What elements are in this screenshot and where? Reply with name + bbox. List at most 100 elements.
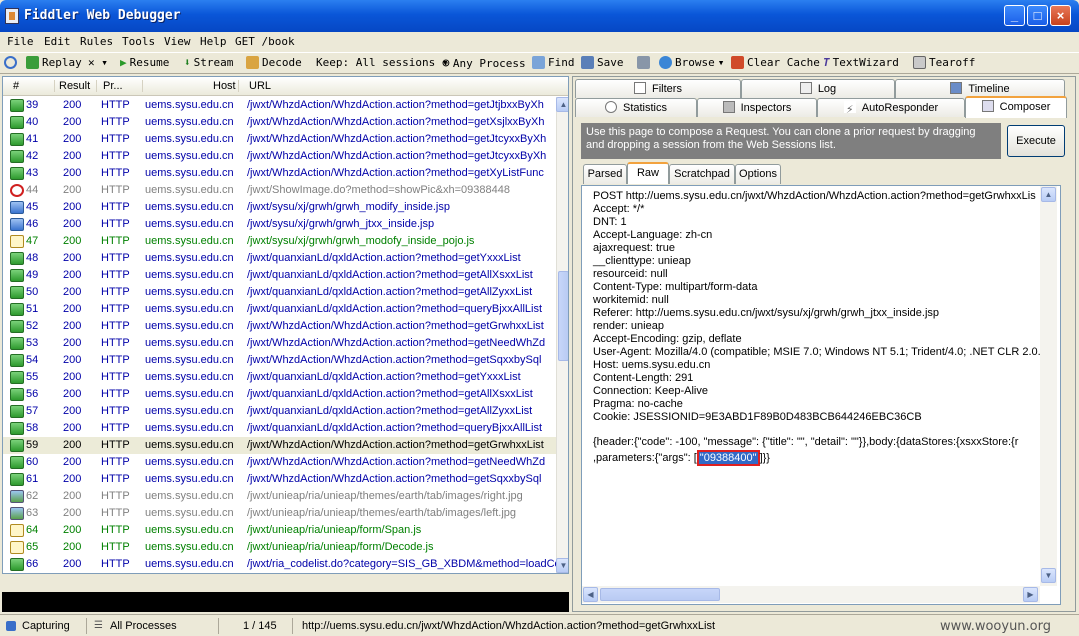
- session-row[interactable]: 61 200 HTTP uems.sysu.edu.cn/jwxt/WhzdActio…: [3, 471, 556, 488]
- session-row[interactable]: 66 200 HTTP uems.sysu.edu.cn/jwxt/ria_codel…: [3, 556, 556, 573]
- save-button[interactable]: Save: [581, 56, 624, 69]
- session-row[interactable]: 53 200 HTTP uems.sysu.edu.cn/jwxt/WhzdActio…: [3, 335, 556, 352]
- scroll-thumb[interactable]: [558, 271, 568, 361]
- session-row[interactable]: 52 200 HTTP uems.sysu.edu.cn/jwxt/WhzdActio…: [3, 318, 556, 335]
- resume-button[interactable]: ▶ Resume: [120, 56, 169, 69]
- clear-cache-icon: [731, 56, 744, 69]
- arrow-icon: [10, 337, 24, 350]
- web-sessions-list[interactable]: # Result Pr... Host URL 39 200 HTTP uems.sy…: [2, 76, 569, 574]
- subtab-scratchpad[interactable]: Scratchpad: [669, 164, 735, 184]
- tab-log[interactable]: Log: [741, 79, 895, 98]
- session-row[interactable]: 55 200 HTTP uems.sysu.edu.cn/jwxt/quanxianL…: [3, 369, 556, 386]
- col-url[interactable]: URL: [249, 80, 549, 92]
- subtab-options[interactable]: Options: [735, 164, 781, 184]
- menu-file[interactable]: File: [7, 35, 34, 48]
- decode-button[interactable]: Decode: [246, 56, 302, 69]
- col-protocol[interactable]: Pr...: [103, 80, 143, 92]
- session-row[interactable]: 44 200 HTTP uems.sysu.edu.cn/jwxt/ShowImage…: [3, 182, 556, 199]
- minimize-button[interactable]: _: [1004, 5, 1025, 26]
- scroll-right-icon[interactable]: ▶: [1023, 587, 1038, 602]
- menu-help[interactable]: Help: [200, 35, 227, 48]
- scroll-down-icon[interactable]: ▼: [1041, 568, 1056, 583]
- scroll-up-icon[interactable]: ▲: [1041, 187, 1056, 202]
- session-row[interactable]: 42 200 HTTP uems.sysu.edu.cn/jwxt/WhzdActio…: [3, 148, 556, 165]
- keep-sessions-dropdown[interactable]: Keep: All sessions ▾: [316, 56, 448, 69]
- session-row[interactable]: 50 200 HTTP uems.sysu.edu.cn/jwxt/quanxianL…: [3, 284, 556, 301]
- col-result[interactable]: Result: [59, 80, 97, 92]
- tab-log-label: Log: [817, 83, 837, 95]
- highlighted-student-id[interactable]: "09388400": [696, 450, 760, 466]
- subtab-raw[interactable]: Raw: [627, 162, 669, 184]
- session-row[interactable]: 62 200 HTTP uems.sysu.edu.cn/jwxt/unieap/ri…: [3, 488, 556, 505]
- session-row[interactable]: 47 200 HTTP uems.sysu.edu.cn/jwxt/sysu/xj/g…: [3, 233, 556, 250]
- process-filter-status[interactable]: All Processes: [110, 620, 177, 632]
- session-row[interactable]: 51 200 HTTP uems.sysu.edu.cn/jwxt/quanxianL…: [3, 301, 556, 318]
- session-row[interactable]: 49 200 HTTP uems.sysu.edu.cn/jwxt/quanxianL…: [3, 267, 556, 284]
- session-row[interactable]: 56 200 HTTP uems.sysu.edu.cn/jwxt/quanxianL…: [3, 386, 556, 403]
- session-row[interactable]: 64 200 HTTP uems.sysu.edu.cn/jwxt/unieap/ri…: [3, 522, 556, 539]
- session-row[interactable]: 54 200 HTTP uems.sysu.edu.cn/jwxt/WhzdActio…: [3, 352, 556, 369]
- session-row[interactable]: 40 200 HTTP uems.sysu.edu.cn/jwxt/WhzdActio…: [3, 114, 556, 131]
- session-row[interactable]: 65 200 HTTP uems.sysu.edu.cn/jwxt/unieap/ri…: [3, 539, 556, 556]
- session-row[interactable]: 43 200 HTTP uems.sysu.edu.cn/jwxt/WhzdActio…: [3, 165, 556, 182]
- raw-horizontal-scrollbar[interactable]: ◀ ▶: [582, 586, 1040, 603]
- remove-button[interactable]: ✕ ▾: [88, 56, 108, 69]
- sessions-vertical-scrollbar[interactable]: ▲ ▼: [556, 97, 568, 573]
- menu-rules[interactable]: Rules: [80, 35, 113, 48]
- execute-button[interactable]: Execute: [1007, 125, 1065, 157]
- raw-vertical-scrollbar[interactable]: ▲ ▼: [1040, 186, 1057, 586]
- subtab-parsed[interactable]: Parsed: [583, 164, 627, 184]
- menu-view[interactable]: View: [164, 35, 191, 48]
- close-button[interactable]: ×: [1050, 5, 1071, 26]
- screenshot-button[interactable]: [637, 56, 650, 69]
- session-result: 200: [63, 371, 82, 383]
- tab-statistics[interactable]: Statistics: [575, 98, 697, 117]
- textwizard-icon: T: [823, 56, 830, 69]
- arrow-icon: [10, 116, 24, 129]
- session-row[interactable]: 39 200 HTTP uems.sysu.edu.cn/jwxt/WhzdActio…: [3, 97, 556, 114]
- session-protocol: HTTP: [101, 388, 130, 400]
- replay-button[interactable]: Replay: [26, 56, 82, 69]
- quickexec-bar[interactable]: [2, 592, 569, 612]
- tab-autoresponder[interactable]: ⚡ AutoResponder: [817, 98, 965, 117]
- session-row[interactable]: 45 200 HTTP uems.sysu.edu.cn/jwxt/sysu/xj/g…: [3, 199, 556, 216]
- process-filter-button[interactable]: ⊕ Any Process: [442, 56, 526, 71]
- session-row[interactable]: 46 200 HTTP uems.sysu.edu.cn/jwxt/sysu/xj/g…: [3, 216, 556, 233]
- find-button[interactable]: Find: [532, 56, 575, 69]
- session-row[interactable]: 48 200 HTTP uems.sysu.edu.cn/jwxt/quanxianL…: [3, 250, 556, 267]
- scroll-down-icon[interactable]: ▼: [556, 558, 568, 573]
- session-protocol: HTTP: [101, 320, 130, 332]
- comment-button[interactable]: [4, 56, 17, 69]
- scroll-thumb[interactable]: [600, 588, 720, 601]
- menu-edit[interactable]: Edit: [44, 35, 71, 48]
- tab-inspectors[interactable]: Inspectors: [697, 98, 817, 117]
- session-row[interactable]: 58 200 HTTP uems.sysu.edu.cn/jwxt/quanxianL…: [3, 420, 556, 437]
- session-row[interactable]: 59 200 HTTP uems.sysu.edu.cn/jwxt/WhzdActio…: [3, 437, 556, 454]
- session-row[interactable]: 63 200 HTTP uems.sysu.edu.cn/jwxt/unieap/ri…: [3, 505, 556, 522]
- clear-cache-button[interactable]: Clear Cache: [731, 56, 820, 69]
- tab-composer[interactable]: Composer: [965, 96, 1067, 118]
- capturing-status[interactable]: Capturing: [22, 620, 70, 632]
- session-row[interactable]: 60 200 HTTP uems.sysu.edu.cn/jwxt/WhzdActio…: [3, 454, 556, 471]
- session-result: 200: [63, 490, 82, 502]
- session-row[interactable]: 57 200 HTTP uems.sysu.edu.cn/jwxt/quanxianL…: [3, 403, 556, 420]
- stream-button[interactable]: ⬇ Stream: [184, 56, 233, 69]
- textwizard-button[interactable]: T TextWizard: [823, 56, 899, 69]
- scroll-up-icon[interactable]: ▲: [556, 97, 568, 112]
- keep-label: Keep: All sessions ▾: [316, 56, 449, 69]
- raw-request-editor[interactable]: POST http://uems.sysu.edu.cn/jwxt/WhzdAc…: [581, 185, 1061, 605]
- tab-filters[interactable]: Filters: [575, 79, 741, 98]
- maximize-button[interactable]: □: [1027, 5, 1048, 26]
- menu-tools[interactable]: Tools: [122, 35, 155, 48]
- scroll-left-icon[interactable]: ◀: [583, 587, 598, 602]
- col-id[interactable]: #: [13, 80, 55, 92]
- session-url: /jwxt/unieap/ria/unieap/form/Decode.js: [247, 541, 434, 553]
- col-host[interactable]: Host: [213, 80, 239, 92]
- browse-button[interactable]: Browse ▾: [659, 56, 724, 69]
- image-icon: [10, 490, 24, 503]
- chevron-down-icon: ▾: [717, 56, 725, 69]
- tearoff-button[interactable]: Tearoff: [913, 56, 975, 69]
- session-row[interactable]: 41 200 HTTP uems.sysu.edu.cn/jwxt/WhzdActio…: [3, 131, 556, 148]
- menu-get-book[interactable]: GET /book: [235, 35, 295, 48]
- request-line: POST http://uems.sysu.edu.cn/jwxt/WhzdAc…: [593, 190, 1036, 202]
